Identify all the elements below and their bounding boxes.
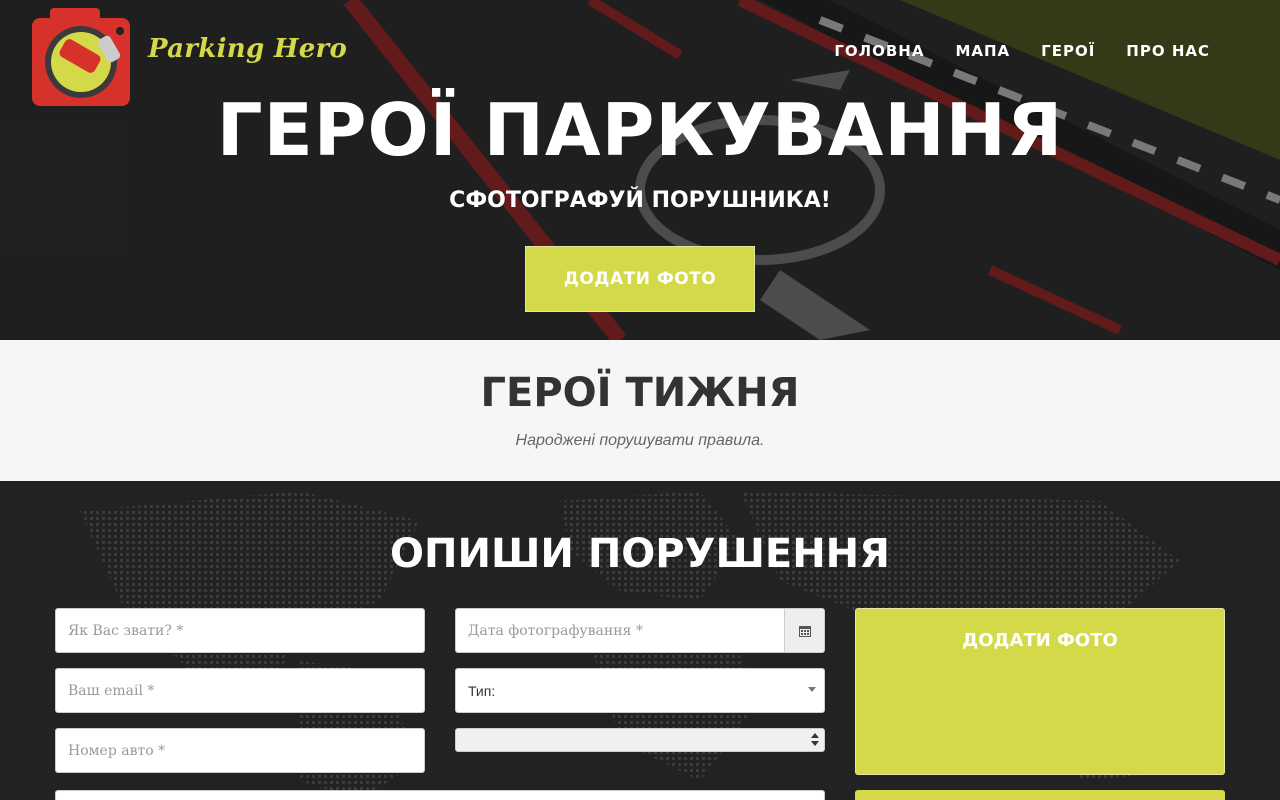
violation-type-label: Тип: (468, 682, 496, 699)
add-photo-button[interactable]: ДОДАТИ ФОТО (525, 246, 755, 312)
hero-section: Parking Hero ГОЛОВНА МАПА ГЕРОЇ ПРО НАС … (0, 0, 1280, 340)
nav-item-heroes[interactable]: ГЕРОЇ (1041, 42, 1095, 60)
report-violation-section: ОПИШИ ПОРУШЕННЯ Як Вас звати? * Ваш emai… (0, 481, 1280, 800)
section-title: ГЕРОЇ ТИЖНЯ (480, 370, 800, 416)
plate-number-input[interactable]: Номер авто * (55, 728, 425, 773)
submit-button[interactable] (855, 790, 1225, 800)
calendar-icon[interactable] (784, 609, 824, 652)
chevron-up-icon[interactable] (811, 733, 819, 738)
section-subtitle: Народжені порушувати правила. (515, 432, 765, 449)
chevron-down-icon[interactable] (811, 741, 819, 746)
nav-item-map[interactable]: МАПА (955, 42, 1010, 60)
hero-title: ГЕРОЇ ПАРКУВАННЯ (216, 88, 1064, 172)
description-textarea[interactable] (55, 790, 825, 800)
hero-subtitle: СФОТОГРАФУЙ ПОРУШНИКА! (449, 188, 831, 213)
nav-item-home[interactable]: ГОЛОВНА (834, 42, 924, 60)
form-title: ОПИШИ ПОРУШЕННЯ (390, 531, 890, 577)
heroes-of-week-section: ГЕРОЇ ТИЖНЯ Народжені порушувати правила… (0, 340, 1280, 481)
main-nav: ГОЛОВНА МАПА ГЕРОЇ ПРО НАС (834, 42, 1210, 60)
chevron-down-icon (808, 687, 816, 692)
nav-item-about[interactable]: ПРО НАС (1126, 42, 1210, 60)
subtype-select[interactable] (455, 728, 825, 752)
photo-date-field[interactable]: Дата фотографування * (455, 608, 825, 653)
photo-date-input[interactable]: Дата фотографування * (468, 623, 643, 639)
violation-type-select[interactable]: Тип: (455, 668, 825, 713)
email-input[interactable]: Ваш email * (55, 668, 425, 713)
brand-name[interactable]: Parking Hero (148, 34, 347, 64)
upload-photo-button[interactable]: ДОДАТИ ФОТО (855, 608, 1225, 775)
name-input[interactable]: Як Вас звати? * (55, 608, 425, 653)
